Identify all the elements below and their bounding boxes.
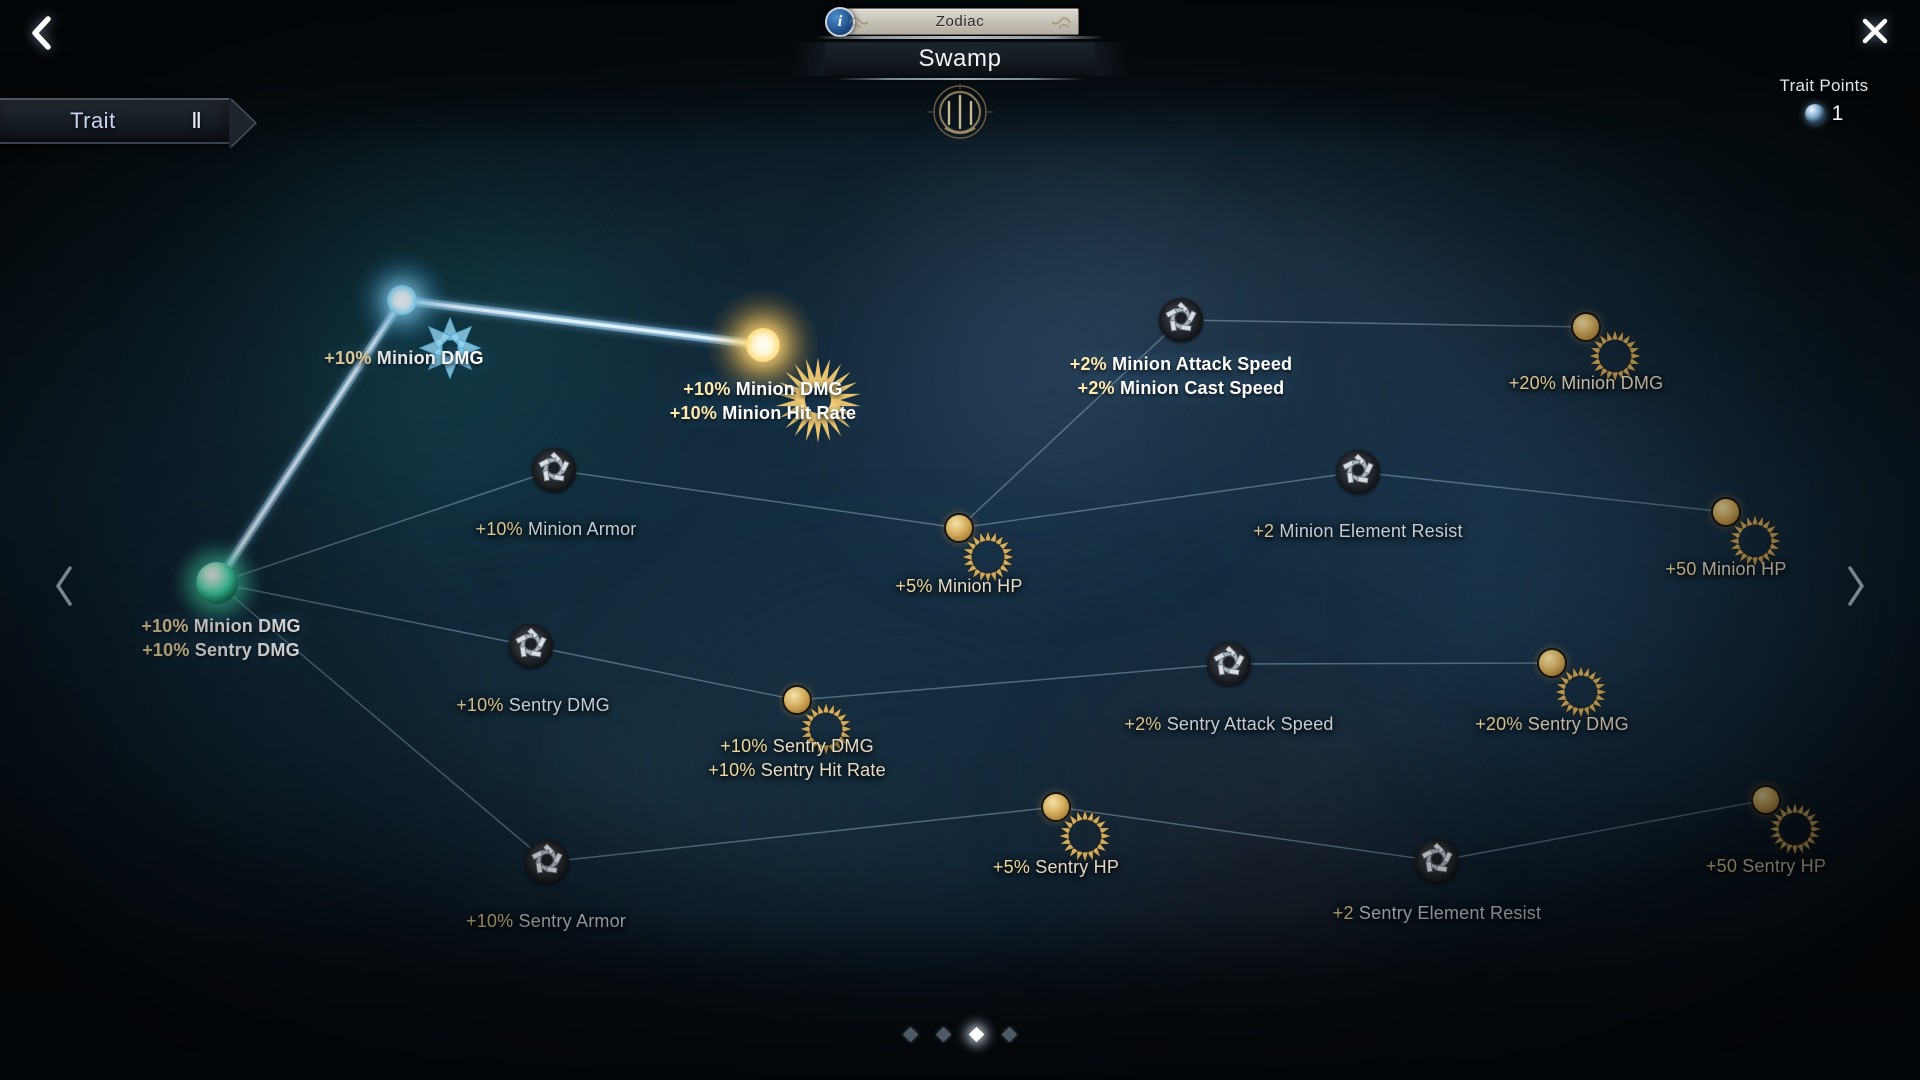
trait-node-minion_attack_cast_speed[interactable]	[1159, 298, 1203, 342]
page-dot-4[interactable]	[1001, 1026, 1018, 1043]
back-button[interactable]	[18, 10, 64, 56]
page-dot-3[interactable]	[968, 1026, 985, 1043]
spinner-blades-icon	[1415, 837, 1459, 886]
trait-link-locked	[1436, 799, 1767, 862]
spinner-blades-icon	[1207, 640, 1251, 689]
trait-node-sentry_element_resist[interactable]	[1415, 839, 1459, 883]
trait-link-locked	[796, 663, 1230, 701]
trait-tier-banner[interactable]: Trait Ⅱ	[0, 98, 230, 144]
trait-point-orb-icon	[1804, 104, 1825, 124]
trait-points-label: Trait Points	[1779, 76, 1869, 95]
node-core	[1711, 497, 1741, 527]
spinner-blades-icon	[509, 622, 553, 671]
spinner-blades-icon	[1336, 448, 1380, 497]
chevron-left-icon	[32, 16, 51, 50]
trait-node-minion_hp_5[interactable]	[930, 499, 1016, 585]
node-core	[1571, 312, 1601, 342]
node-core	[387, 285, 417, 315]
trait-link-locked	[1357, 471, 1727, 513]
trait-node-minion_armor[interactable]	[532, 448, 576, 492]
trait-node-sentry_armor[interactable]	[525, 840, 569, 884]
chevron-right-icon	[1848, 566, 1864, 606]
node-core	[746, 328, 780, 362]
trait-link-locked	[553, 469, 960, 529]
trait-banner-label: Trait	[70, 108, 116, 133]
trait-node-sentry_attack_speed[interactable]	[1207, 642, 1251, 686]
trait-link-locked	[530, 645, 798, 701]
trait-link-locked	[216, 582, 532, 647]
link-group-locked	[216, 319, 1767, 863]
trait-link-locked	[958, 319, 1182, 529]
node-core	[1537, 648, 1567, 678]
close-button[interactable]	[1852, 8, 1898, 54]
trait-node-sentry_dmg_20[interactable]	[1523, 634, 1609, 720]
trait-banner-tier: Ⅱ	[191, 108, 202, 133]
trait-link-locked	[216, 469, 555, 584]
trait-node-sentry_dmg_hitrate[interactable]	[768, 671, 854, 757]
prev-constellation-button[interactable]	[42, 556, 86, 616]
node-core	[1751, 785, 1781, 815]
chevron-left-icon	[56, 566, 72, 606]
trait-node-sentry_hp_50[interactable]	[1737, 771, 1823, 857]
trait-tree-screen: +10% Minion DMG +10% Sentry DMG +10% Minio…	[0, 0, 1920, 1080]
page-dot-2[interactable]	[935, 1026, 952, 1043]
trait-link-locked	[546, 806, 1057, 863]
trait-node-start[interactable]	[174, 540, 260, 626]
spinner-blades-icon	[532, 446, 576, 495]
trait-node-minion_dmg_20[interactable]	[1557, 298, 1643, 384]
spinner-blades-icon	[1159, 296, 1203, 345]
trait-node-minion_hp_50[interactable]	[1697, 483, 1783, 569]
trait-node-minion_dmg_10[interactable]	[354, 252, 482, 380]
trait-link-locked	[1228, 662, 1553, 665]
trait-node-sentry_hp_5[interactable]	[1027, 778, 1113, 864]
trait-link-locked	[958, 471, 1359, 529]
info-icon[interactable]: i	[825, 6, 855, 37]
next-constellation-button[interactable]	[1834, 556, 1878, 616]
trait-link-locked	[216, 582, 548, 863]
trait-node-minion_element_resist[interactable]	[1336, 450, 1380, 494]
trait-points-value: 1	[1831, 102, 1844, 125]
node-core	[944, 513, 974, 543]
zodiac-header-bar[interactable]: i Zodiac	[825, 6, 1079, 37]
trait-points-panel: Trait Points 1	[1764, 76, 1884, 126]
node-core	[196, 562, 238, 604]
close-icon	[1862, 18, 1888, 44]
page-indicator	[902, 1026, 1018, 1043]
node-core	[1041, 792, 1071, 822]
page-dot-1[interactable]	[902, 1026, 919, 1043]
trait-points-value-row: 1	[1764, 102, 1884, 126]
zodiac-label: Zodiac	[935, 13, 985, 30]
spinner-blades-icon	[525, 838, 569, 887]
trait-link-locked	[1180, 319, 1587, 328]
node-core	[782, 685, 812, 715]
trait-node-sentry_dmg_10[interactable]	[509, 624, 553, 668]
trait-node-minion_dmg_hitrate[interactable]	[708, 290, 861, 443]
